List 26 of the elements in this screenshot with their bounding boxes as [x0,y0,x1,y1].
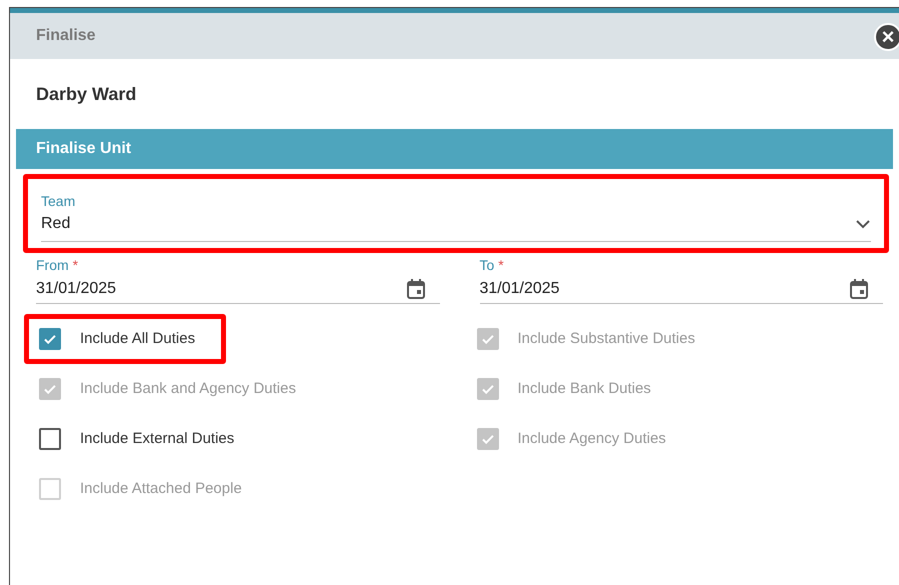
option-label: Include Bank Duties [518,378,651,399]
date-value: 31/01/2025 [36,279,116,299]
option-label: Include External Duties [80,428,234,449]
team-label: Team [41,193,76,209]
checkbox[interactable] [39,428,61,450]
unit-name: Darby Ward [36,84,136,104]
checkbox[interactable] [39,328,61,350]
calendar-icon[interactable] [406,278,426,300]
date-label: From [36,257,69,273]
option-label: Include Attached People [80,478,242,499]
team-value: Red [41,214,70,234]
option-label: Include Substantive Duties [518,328,696,349]
date-field[interactable]: To * 31/01/2025 [480,257,883,304]
team-select[interactable]: Team Red [41,193,871,242]
required-mark: * [498,257,504,273]
date-value: 31/01/2025 [480,279,560,299]
date-label: To [480,257,494,273]
option-label: Include Bank and Agency Duties [80,378,296,399]
section-title: Finalise Unit [36,139,132,159]
option-label: Include Agency Duties [518,428,666,449]
chevron-down-icon [855,219,871,229]
required-mark: * [72,257,78,273]
dialog-title: Finalise [36,26,96,46]
option-label: Include All Duties [80,328,196,349]
date-field[interactable]: From * 31/01/2025 [36,257,440,304]
calendar-icon[interactable] [849,278,869,300]
